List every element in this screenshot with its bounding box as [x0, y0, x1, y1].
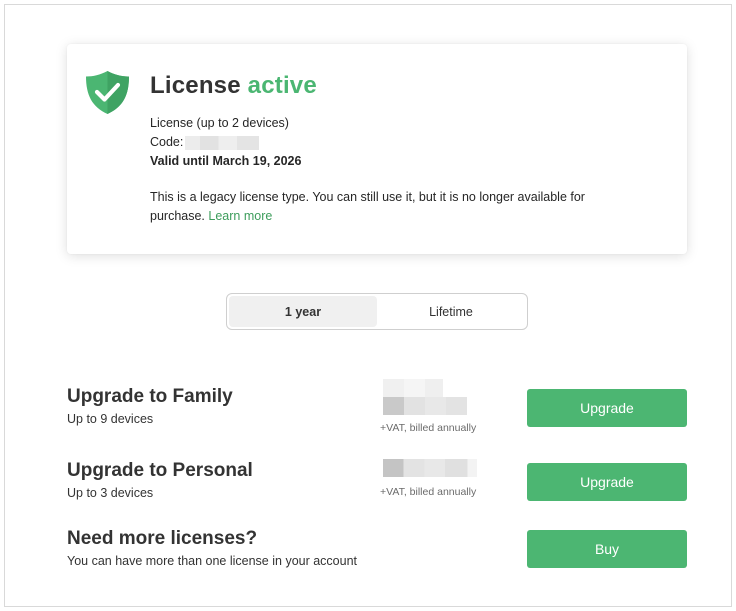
price-redacted: +VAT, billed annually	[380, 459, 490, 498]
tab-1-year[interactable]: 1 year	[229, 296, 377, 327]
offer-title: Need more licenses?	[67, 528, 258, 549]
license-title-prefix: License	[150, 72, 241, 99]
offer-personal: Upgrade to Personal Up to 3 devices +VAT…	[67, 459, 687, 501]
offer-subtitle: You can have more than one license in yo…	[67, 554, 358, 568]
billing-period-toggle: 1 year Lifetime	[226, 293, 528, 330]
license-code-label: Code:	[150, 135, 184, 149]
license-title: License active	[150, 70, 627, 102]
shield-check-icon	[84, 69, 131, 116]
buy-button[interactable]: Buy	[527, 530, 687, 568]
license-type: License (up to 2 devices)	[150, 116, 289, 130]
price-note: +VAT, billed annually	[380, 422, 477, 434]
learn-more-link[interactable]: Learn more	[208, 209, 272, 223]
offer-subtitle: Up to 9 devices	[67, 412, 154, 426]
offer-title: Upgrade to Personal	[67, 460, 253, 481]
offer-more-licenses: Need more licenses? You can have more th…	[67, 528, 687, 568]
price-redacted: +VAT, billed annually	[380, 379, 490, 434]
license-valid-until: Valid until March 19, 2026	[150, 154, 302, 168]
upgrade-family-button[interactable]: Upgrade	[527, 389, 687, 427]
offer-subtitle: Up to 3 devices	[67, 486, 154, 500]
license-code-redacted	[185, 135, 260, 150]
upgrade-personal-button[interactable]: Upgrade	[527, 463, 687, 501]
license-status: active	[247, 72, 317, 99]
license-card: License active License (up to 2 devices)…	[67, 44, 687, 254]
offer-title: Upgrade to Family	[67, 386, 233, 407]
tab-lifetime[interactable]: Lifetime	[377, 296, 525, 327]
legacy-notice: This is a legacy license type. You can s…	[150, 188, 627, 226]
price-note: +VAT, billed annually	[380, 486, 477, 498]
offer-family: Upgrade to Family Up to 9 devices +VAT, …	[67, 379, 687, 434]
